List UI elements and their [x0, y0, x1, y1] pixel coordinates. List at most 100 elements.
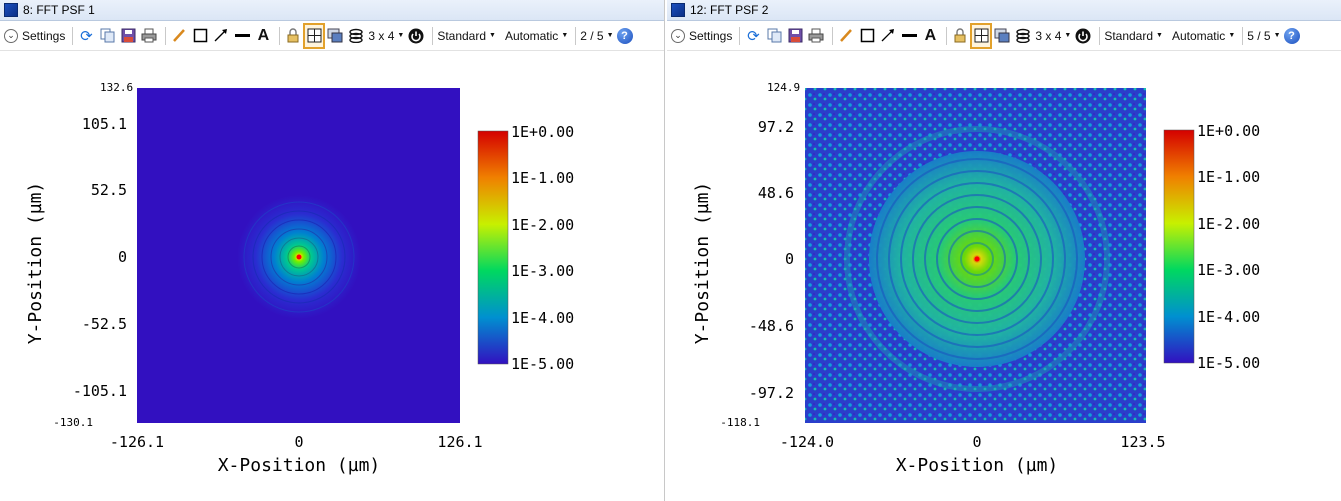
- layout-value: 3 x 4: [1035, 28, 1062, 43]
- rectangle-icon[interactable]: [191, 25, 209, 47]
- app-icon: [671, 3, 685, 17]
- arrow-icon[interactable]: [212, 25, 230, 47]
- help-icon: ?: [1283, 27, 1300, 44]
- window-title: 12: FFT PSF 2: [690, 3, 769, 17]
- settings-label: Settings: [22, 28, 66, 43]
- colorbar-label: 1E-2.00: [1197, 215, 1260, 233]
- x-tick-label: -124.0: [780, 433, 834, 451]
- app-icon: [4, 3, 18, 17]
- toolbar-divider: [1099, 26, 1101, 45]
- power-icon[interactable]: [1074, 25, 1092, 47]
- dropdown-arrow-icon: ▼: [561, 32, 569, 39]
- layers-icon[interactable]: [1014, 25, 1032, 47]
- window-icon[interactable]: [993, 25, 1011, 47]
- toolbar: ⌄ Settings ⟳ A 3 x 4 ▼ Standard ▼ Automati…: [667, 21, 1341, 51]
- x-tick-label: 123.5: [1120, 433, 1165, 451]
- grid-icon[interactable]: [303, 22, 326, 49]
- x-axis-label: X-Position (µm): [896, 455, 1059, 476]
- page-value: 5 / 5: [1247, 28, 1271, 43]
- pencil-icon[interactable]: [170, 25, 188, 47]
- y-tick-label: 48.6: [758, 184, 794, 202]
- lock-icon[interactable]: [284, 25, 302, 47]
- settings-chevron-icon: ⌄: [4, 28, 18, 43]
- scale-value: Automatic: [1171, 28, 1226, 43]
- help-button[interactable]: ?: [616, 25, 633, 47]
- window-title-bar: 12: FFT PSF 2: [667, 0, 1341, 21]
- save-icon[interactable]: [786, 25, 804, 47]
- layers-icon[interactable]: [347, 25, 365, 47]
- help-button[interactable]: ?: [1283, 25, 1300, 47]
- toolbar-divider: [946, 26, 948, 45]
- y-top-label: 132.6: [100, 81, 133, 94]
- save-icon[interactable]: [119, 25, 137, 47]
- style-dropdown[interactable]: Standard ▼: [437, 25, 496, 47]
- power-icon[interactable]: [407, 25, 425, 47]
- window-title-bar: 8: FFT PSF 1: [0, 0, 664, 21]
- dropdown-arrow-icon: ▼: [1273, 32, 1281, 39]
- colorbar-label: 1E-4.00: [511, 309, 574, 327]
- rectangle-icon[interactable]: [858, 25, 876, 47]
- y-axis-label: Y-Position (µm): [25, 182, 46, 345]
- pencil-icon[interactable]: [837, 25, 855, 47]
- colorbar-label: 1E+0.00: [1197, 122, 1260, 140]
- psf-rings: [844, 126, 1110, 392]
- y-tick-label: 0: [118, 248, 127, 266]
- x-tick-label: 0: [972, 433, 981, 451]
- analysis-window-1: 8: FFT PSF 1 ⌄ Settings ⟳ A 3 x 4 ▼ Stand…: [0, 0, 665, 501]
- scale-value: Automatic: [504, 28, 559, 43]
- text-icon[interactable]: A: [921, 25, 939, 47]
- dropdown-arrow-icon: ▼: [1156, 32, 1163, 39]
- y-tick-label: -48.6: [749, 317, 794, 335]
- window-title: 8: FFT PSF 1: [23, 3, 95, 17]
- refresh-icon[interactable]: ⟳: [744, 25, 762, 47]
- toolbar-divider: [1242, 26, 1244, 45]
- scale-dropdown[interactable]: Automatic ▼: [505, 25, 568, 47]
- toolbar-divider: [165, 26, 167, 45]
- layout-dropdown[interactable]: 3 x 4 ▼: [368, 25, 404, 47]
- settings-button[interactable]: ⌄ Settings: [671, 25, 732, 47]
- toolbar-divider: [739, 26, 741, 45]
- page-dropdown[interactable]: 5 / 5 ▼: [1247, 25, 1280, 47]
- refresh-icon[interactable]: ⟳: [77, 25, 95, 47]
- window-icon[interactable]: [326, 25, 344, 47]
- grid-icon[interactable]: [970, 22, 993, 49]
- y-tick-label: 0: [785, 250, 794, 268]
- y-tick-label: 52.5: [91, 181, 127, 199]
- help-icon: ?: [616, 27, 633, 44]
- arrow-icon[interactable]: [879, 25, 897, 47]
- y-tick-label: 97.2: [758, 118, 794, 136]
- dropdown-arrow-icon: ▼: [397, 32, 405, 39]
- print-icon[interactable]: [140, 25, 158, 47]
- y-axis-label: Y-Position (µm): [692, 182, 713, 345]
- settings-label: Settings: [689, 28, 733, 43]
- settings-chevron-icon: ⌄: [671, 28, 685, 43]
- colorbar-label: 1E-3.00: [1197, 261, 1260, 279]
- analysis-window-2: 12: FFT PSF 2 ⌄ Settings ⟳ A 3 x 4 ▼ Stan…: [667, 0, 1341, 501]
- line-icon[interactable]: [900, 25, 918, 47]
- y-top-label: 124.9: [767, 81, 800, 94]
- colorbar-label: 1E-1.00: [1197, 168, 1260, 186]
- copy-icon[interactable]: [98, 25, 116, 47]
- dropdown-arrow-icon: ▼: [606, 32, 614, 39]
- toolbar-divider: [279, 26, 281, 45]
- line-icon[interactable]: [233, 25, 251, 47]
- page-dropdown[interactable]: 2 / 5 ▼: [580, 25, 613, 47]
- psf-plot: 132.6 105.1 52.5 0 -52.5 -105.1 -130.1 -…: [25, 81, 574, 476]
- colorbar-label: 1E-1.00: [511, 169, 574, 187]
- text-icon[interactable]: A: [254, 25, 272, 47]
- settings-button[interactable]: ⌄ Settings: [4, 25, 65, 47]
- x-tick-label: -126.1: [110, 433, 164, 451]
- toolbar-divider: [72, 26, 74, 45]
- colorbar-label: 1E-2.00: [511, 216, 574, 234]
- style-dropdown[interactable]: Standard ▼: [1104, 25, 1163, 47]
- lock-icon[interactable]: [951, 25, 969, 47]
- y-tick-label: -105.1: [73, 382, 127, 400]
- toolbar-divider: [832, 26, 834, 45]
- scale-dropdown[interactable]: Automatic ▼: [1172, 25, 1235, 47]
- x-axis-label: X-Position (µm): [218, 455, 381, 476]
- layout-dropdown[interactable]: 3 x 4 ▼: [1035, 25, 1071, 47]
- print-icon[interactable]: [807, 25, 825, 47]
- x-tick-label: 126.1: [437, 433, 482, 451]
- copy-icon[interactable]: [765, 25, 783, 47]
- y-tick-label: 105.1: [82, 115, 127, 133]
